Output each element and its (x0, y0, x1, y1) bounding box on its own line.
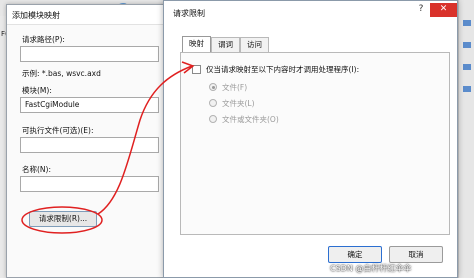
radio-file[interactable] (209, 83, 217, 91)
name-input[interactable] (20, 176, 159, 192)
ok-button[interactable]: 确定 (328, 246, 382, 263)
background-icon (463, 86, 471, 92)
tab-mapping[interactable]: 映射 (182, 36, 211, 52)
radio-file-or-folder-label: 文件或文件夹(O) (222, 115, 279, 124)
module-label: 模块(M): (22, 86, 52, 95)
radio-file-or-folder[interactable] (209, 115, 217, 123)
invoke-handler-checkbox[interactable] (192, 65, 201, 74)
tab-verbs[interactable]: 谓词 (211, 37, 240, 52)
executable-input[interactable] (20, 137, 159, 153)
watermark: CSDN @白杆杆红伞伞 (330, 264, 412, 273)
module-select[interactable]: FastCgiModule (20, 97, 159, 113)
cancel-button[interactable]: 取消 (389, 246, 443, 263)
mapping-tab-panel: 仅当请求映射至以下内容时才调用处理程序(I): 文件(F) 文件夹(L) 文件或… (180, 52, 450, 235)
background-icon (463, 42, 471, 48)
tab-access[interactable]: 访问 (240, 37, 269, 52)
request-restrictions-button[interactable]: 请求限制(R)... (29, 211, 97, 227)
name-label: 名称(N): (22, 165, 51, 174)
radio-folder-label: 文件夹(L) (222, 99, 255, 108)
background-icon (463, 20, 471, 26)
background-icon (463, 64, 471, 70)
background-right-panel (458, 0, 474, 278)
invoke-handler-label: 仅当请求映射至以下内容时才调用处理程序(I): (206, 65, 360, 74)
request-restrictions-dialog: 请求限制 ? ✕ 映射 谓词 访问 仅当请求映射至以下内容时才调用处理程序(I)… (163, 0, 458, 278)
close-button[interactable]: ✕ (430, 3, 457, 17)
radio-file-label: 文件(F) (222, 83, 248, 92)
request-path-label: 请求路径(P): (22, 35, 65, 44)
example-text: 示例: *.bas, wsvc.axd (22, 69, 101, 78)
radio-folder[interactable] (209, 99, 217, 107)
executable-label: 可执行文件(可选)(E): (22, 126, 94, 135)
help-button[interactable]: ? (412, 3, 430, 17)
dialog-title: 添加模块映射 (7, 5, 165, 25)
request-path-input[interactable] (20, 46, 159, 62)
